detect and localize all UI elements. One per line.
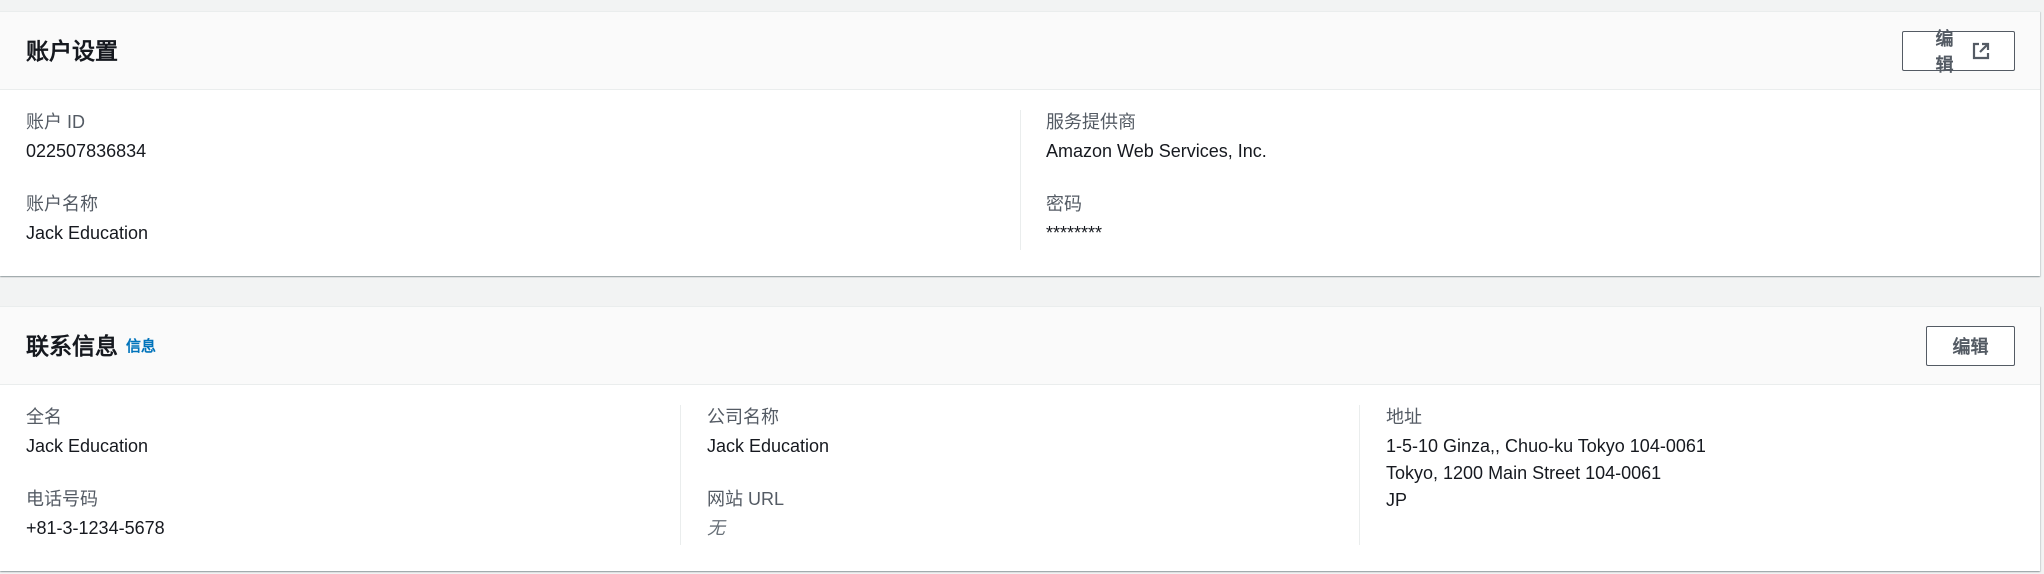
website-label: 网站 URL bbox=[707, 489, 785, 509]
contact-info-info-link[interactable]: 信息 bbox=[126, 337, 156, 357]
contact-info-column-1: 全名 Jack Education 电话号码 +81-3-1234-5678 bbox=[26, 405, 676, 545]
service-provider-label: 服务提供商 bbox=[1046, 112, 1136, 132]
account-id-field: 账户 ID 022507836834 bbox=[26, 110, 146, 165]
account-settings-column-right: 服务提供商 Amazon Web Services, Inc. 密码 *****… bbox=[1020, 110, 2010, 250]
contact-info-header: 联系信息 信息 编辑 bbox=[0, 307, 2040, 385]
phone-field: 电话号码 +81-3-1234-5678 bbox=[26, 487, 165, 542]
contact-info-column-2: 公司名称 Jack Education 网站 URL 无 bbox=[680, 405, 1359, 545]
website-value: 无 bbox=[707, 518, 725, 538]
account-settings-panel: 账户设置 编辑 账户 ID 022507836834 账户名称 Jack Edu… bbox=[0, 11, 2040, 276]
account-settings-column-left: 账户 ID 022507836834 账户名称 Jack Education bbox=[26, 110, 1016, 250]
company-name-value: Jack Education bbox=[707, 436, 830, 456]
contact-info-edit-label: 编辑 bbox=[1952, 337, 1989, 357]
account-name-label: 账户名称 bbox=[26, 194, 98, 214]
password-value: ******** bbox=[1046, 223, 1103, 243]
account-settings-title: 账户设置 bbox=[26, 38, 118, 64]
full-name-value: Jack Education bbox=[26, 436, 149, 456]
address-line-2: Tokyo, 1200 Main Street 104-0061 bbox=[1386, 463, 1662, 483]
contact-info-column-3: 地址 1-5-10 Ginza,, Chuo-ku Tokyo 104-0061… bbox=[1359, 405, 2010, 545]
company-name-label: 公司名称 bbox=[707, 407, 779, 427]
password-label: 密码 bbox=[1046, 194, 1082, 214]
address-value: 1-5-10 Ginza,, Chuo-ku Tokyo 104-0061 To… bbox=[1386, 433, 1706, 514]
account-settings-header: 账户设置 编辑 bbox=[0, 12, 2040, 90]
service-provider-value: Amazon Web Services, Inc. bbox=[1046, 141, 1267, 161]
phone-label: 电话号码 bbox=[26, 489, 98, 509]
full-name-field: 全名 Jack Education bbox=[26, 405, 148, 460]
contact-info-edit-button[interactable]: 编辑 bbox=[1926, 326, 2015, 366]
address-label: 地址 bbox=[1386, 407, 1422, 427]
contact-info-title: 联系信息 bbox=[26, 333, 118, 359]
account-settings-edit-button[interactable]: 编辑 bbox=[1902, 29, 2015, 75]
account-settings-edit-label: 编辑 bbox=[1935, 29, 1954, 75]
password-field: 密码 ******** bbox=[1046, 192, 1102, 247]
account-name-field: 账户名称 Jack Education bbox=[26, 192, 148, 247]
external-link-icon bbox=[1972, 42, 1990, 60]
phone-value: +81-3-1234-5678 bbox=[26, 518, 165, 538]
account-name-value: Jack Education bbox=[26, 223, 149, 243]
account-settings-body: 账户 ID 022507836834 账户名称 Jack Education 服… bbox=[0, 90, 2040, 275]
company-name-field: 公司名称 Jack Education bbox=[707, 405, 829, 460]
contact-info-panel: 联系信息 信息 编辑 全名 Jack Education 电话号码 +81-3-… bbox=[0, 306, 2040, 571]
contact-info-body: 全名 Jack Education 电话号码 +81-3-1234-5678 公… bbox=[0, 385, 2040, 570]
address-field: 地址 1-5-10 Ginza,, Chuo-ku Tokyo 104-0061… bbox=[1386, 405, 1706, 514]
address-line-1: 1-5-10 Ginza,, Chuo-ku Tokyo 104-0061 bbox=[1386, 436, 1706, 456]
website-field: 网站 URL 无 bbox=[707, 487, 784, 542]
address-line-3: JP bbox=[1386, 490, 1408, 510]
account-id-label: 账户 ID bbox=[26, 112, 86, 132]
service-provider-field: 服务提供商 Amazon Web Services, Inc. bbox=[1046, 110, 1267, 165]
account-id-value: 022507836834 bbox=[26, 141, 147, 161]
full-name-label: 全名 bbox=[26, 407, 62, 427]
